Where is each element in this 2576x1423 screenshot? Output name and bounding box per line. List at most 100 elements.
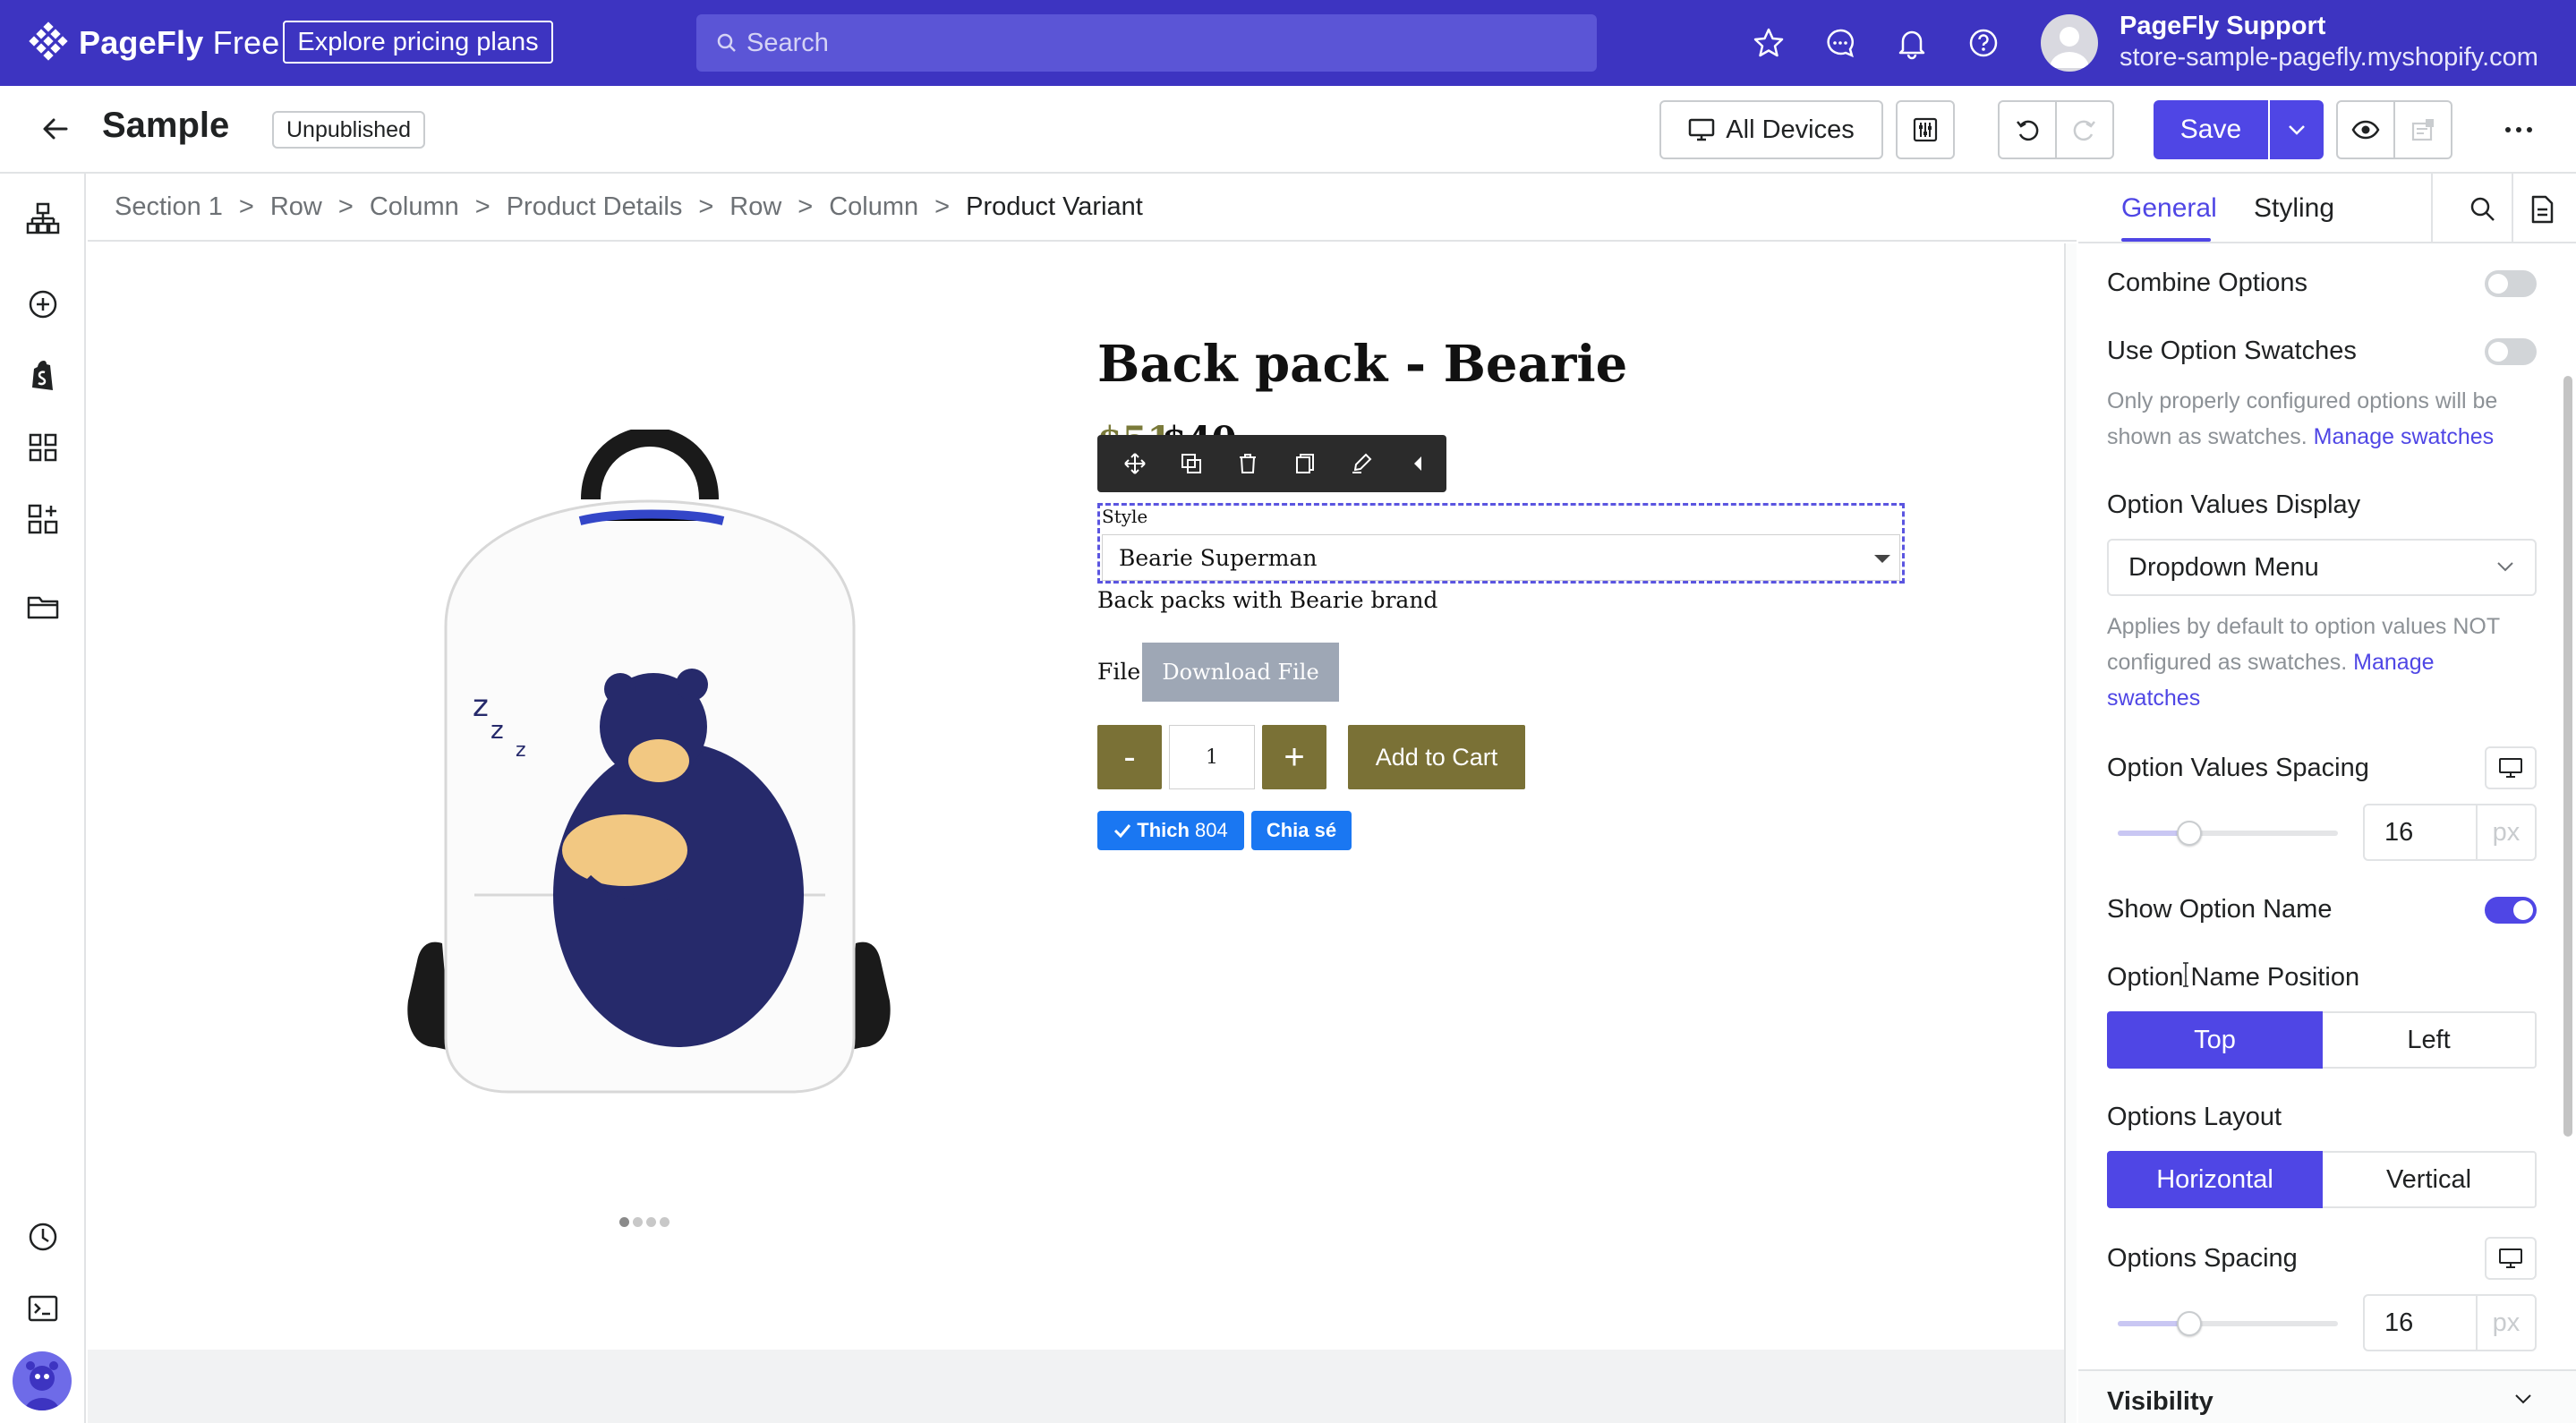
slider-handle[interactable]: [2177, 1311, 2202, 1336]
device-toggle-button[interactable]: [2485, 746, 2537, 789]
assistant-avatar[interactable]: [13, 1351, 72, 1410]
chevron-right-icon: >: [934, 192, 951, 221]
slider-handle[interactable]: [2177, 821, 2202, 846]
variant-dropdown[interactable]: Bearie Superman: [1102, 534, 1900, 581]
back-arrow-icon[interactable]: [39, 113, 72, 145]
page-settings-button[interactable]: [1896, 100, 1955, 159]
gallery-dot[interactable]: [660, 1217, 670, 1227]
bell-icon[interactable]: [1894, 25, 1930, 61]
name-position-top[interactable]: Top: [2107, 1011, 2323, 1069]
pagefly-logo[interactable]: PageFly Free: [27, 21, 280, 64]
chat-icon[interactable]: [1822, 25, 1858, 61]
publish-icon: [2411, 119, 2434, 141]
breadcrumb-item[interactable]: Column: [370, 192, 459, 222]
download-file-button[interactable]: Download File: [1142, 643, 1339, 702]
manage-link[interactable]: Manage: [2353, 650, 2434, 675]
unit-label: px: [2492, 817, 2521, 847]
copy-icon[interactable]: [1276, 435, 1333, 492]
options-spacing-input[interactable]: 16 px: [2363, 1294, 2537, 1351]
integrations-icon[interactable]: [25, 501, 61, 537]
values-spacing-label: Option Values Spacing: [2107, 754, 2369, 782]
avatar[interactable]: [2041, 14, 2098, 72]
undo-button[interactable]: [1998, 100, 2057, 159]
preview-button[interactable]: [2336, 100, 2395, 159]
show-option-name-label: Show Option Name: [2107, 895, 2333, 924]
gallery-dot[interactable]: [646, 1217, 656, 1227]
breadcrumb-item[interactable]: Column: [829, 192, 918, 222]
delete-icon[interactable]: [1220, 435, 1276, 492]
folder-icon[interactable]: [25, 589, 61, 625]
save-button[interactable]: Save: [2154, 100, 2268, 159]
store-domain[interactable]: store-sample-pagefly.myshopify.com: [2120, 43, 2538, 72]
layout-vertical[interactable]: Vertical: [2323, 1151, 2537, 1208]
move-icon[interactable]: [1106, 435, 1163, 492]
tab-styling[interactable]: Styling: [2254, 193, 2334, 224]
style-brush-icon[interactable]: [1333, 435, 1389, 492]
page-templates-icon[interactable]: [25, 430, 61, 465]
store-name[interactable]: PageFly Support: [2120, 12, 2325, 41]
breadcrumb-item[interactable]: Row: [729, 192, 781, 222]
canvas-footer-area: [88, 1350, 2064, 1423]
gallery-dots: [619, 1217, 670, 1227]
values-spacing-slider[interactable]: [2118, 821, 2338, 846]
publish-button[interactable]: [2393, 100, 2452, 159]
quantity-increase-button[interactable]: +: [1262, 725, 1326, 789]
visibility-label: Visibility: [2107, 1387, 2213, 1416]
use-swatches-label: Use Option Swatches: [2107, 337, 2357, 365]
swatches-link[interactable]: swatches: [2107, 686, 2200, 711]
use-swatches-toggle[interactable]: [2485, 338, 2537, 365]
chevron-right-icon: >: [337, 192, 354, 221]
values-display-select[interactable]: Dropdown Menu: [2107, 539, 2537, 596]
svg-text:z: z: [490, 715, 504, 745]
search-input[interactable]: Search: [696, 14, 1597, 72]
more-options-icon[interactable]: [2501, 116, 2537, 143]
star-icon[interactable]: [1751, 25, 1787, 61]
panel-scrollbar[interactable]: [2563, 376, 2572, 1137]
quantity-decrease-button[interactable]: -: [1097, 725, 1162, 789]
redo-button[interactable]: [2055, 100, 2114, 159]
visibility-section[interactable]: Visibility: [2078, 1369, 2576, 1423]
breadcrumb-item[interactable]: Product Details: [507, 192, 683, 222]
help-icon[interactable]: [1966, 25, 2001, 61]
facebook-like-button[interactable]: Thich 804: [1097, 811, 1244, 850]
chevron-down-icon: [2515, 1394, 2531, 1404]
product-variant-element[interactable]: Style Bearie Superman: [1097, 503, 1905, 584]
collapse-left-icon[interactable]: [1390, 435, 1446, 492]
show-option-name-toggle[interactable]: [2485, 897, 2537, 924]
variant-selected-value: Bearie Superman: [1119, 544, 1318, 571]
all-devices-button[interactable]: All Devices: [1659, 100, 1883, 159]
combine-options-toggle[interactable]: [2485, 270, 2537, 297]
swatches-help-text: Only properly configured options will be…: [2107, 388, 2498, 449]
options-spacing-slider[interactable]: [2118, 1311, 2338, 1336]
add-element-icon[interactable]: [25, 286, 61, 322]
code-icon[interactable]: [25, 1291, 61, 1326]
search-icon[interactable]: [2467, 193, 2499, 226]
device-toggle-button[interactable]: [2485, 1237, 2537, 1280]
facebook-share-button[interactable]: Chia sé: [1251, 811, 1352, 850]
layout-horizontal[interactable]: Horizontal: [2107, 1151, 2323, 1208]
breadcrumb-item[interactable]: Row: [270, 192, 322, 222]
page-outline-icon[interactable]: [25, 200, 61, 236]
quantity-input[interactable]: 1: [1169, 725, 1255, 789]
document-icon[interactable]: [2526, 193, 2558, 226]
duplicate-icon[interactable]: [1163, 435, 1219, 492]
manage-swatches-link[interactable]: Manage swatches: [2314, 424, 2495, 449]
svg-text:z: z: [473, 688, 489, 724]
save-options-button[interactable]: [2270, 100, 2324, 159]
tab-divider: [2512, 174, 2513, 243]
svg-text:z: z: [516, 739, 526, 762]
left-sidebar: [0, 174, 86, 1423]
name-position-left[interactable]: Left: [2323, 1011, 2537, 1069]
explore-pricing-button[interactable]: Explore pricing plans: [283, 21, 553, 64]
add-to-cart-button[interactable]: Add to Cart: [1348, 725, 1525, 789]
product-image[interactable]: z z z: [365, 430, 938, 1146]
gallery-dot[interactable]: [619, 1217, 629, 1227]
desktop-icon: [2499, 758, 2522, 778]
shopify-icon[interactable]: [25, 358, 61, 394]
history-icon[interactable]: [25, 1219, 61, 1255]
values-spacing-input[interactable]: 16 px: [2363, 804, 2537, 861]
tab-general[interactable]: General: [2121, 193, 2217, 224]
breadcrumb-item[interactable]: Section 1: [115, 192, 223, 222]
gallery-dot[interactable]: [633, 1217, 643, 1227]
bot-icon: [25, 1361, 59, 1410]
